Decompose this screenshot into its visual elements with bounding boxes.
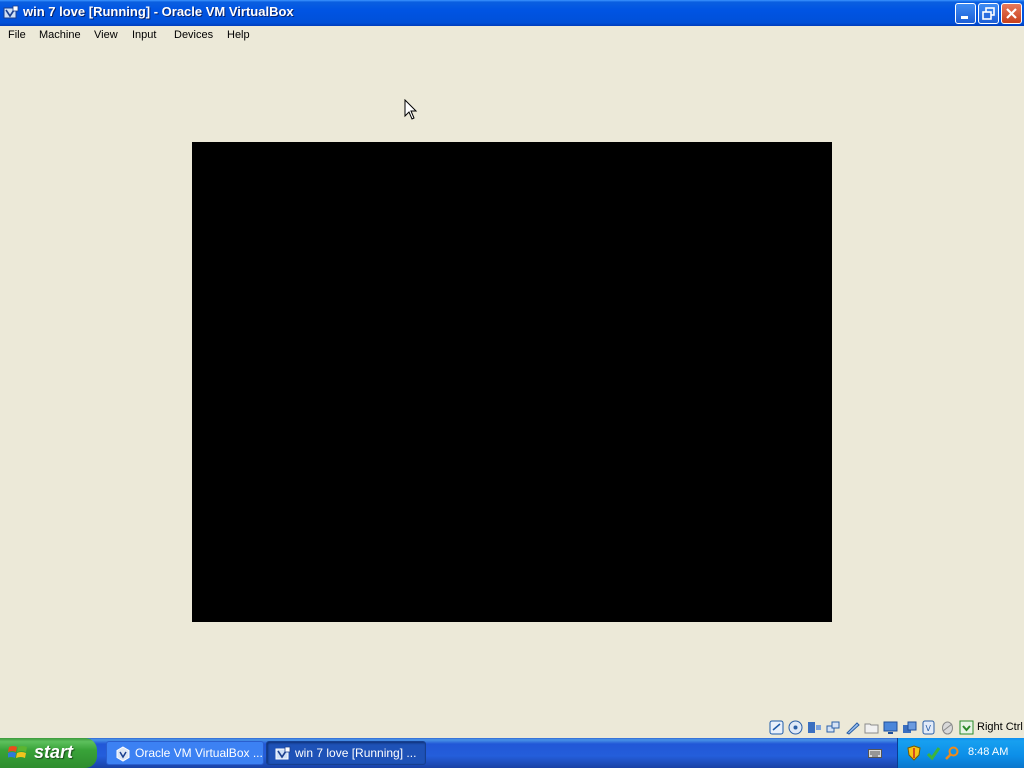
display-icon[interactable]: [883, 720, 898, 735]
clock[interactable]: 8:48 AM: [968, 746, 1008, 758]
close-button[interactable]: [1001, 3, 1022, 24]
start-button[interactable]: start: [0, 738, 97, 768]
restore-button[interactable]: [978, 3, 999, 24]
taskbar: start Oracle VM VirtualBox ... win 7 lov…: [0, 738, 1024, 768]
vm-screen[interactable]: [192, 142, 832, 622]
keyboard-icon[interactable]: [868, 749, 882, 758]
cpu-icon[interactable]: V: [921, 720, 936, 735]
menu-input[interactable]: Input: [132, 29, 156, 41]
window-title: win 7 love [Running] - Oracle VM Virtual…: [23, 4, 294, 19]
taskbar-button-virtualbox-manager[interactable]: Oracle VM VirtualBox ...: [106, 741, 264, 765]
mouse-integration-icon[interactable]: [940, 720, 955, 735]
taskbar-button-label: Oracle VM VirtualBox ...: [135, 746, 263, 760]
search-icon[interactable]: [944, 745, 960, 761]
menu-help[interactable]: Help: [227, 29, 250, 41]
svg-text:V: V: [926, 724, 932, 733]
restore-icon: [982, 7, 995, 20]
video-capture-icon[interactable]: [902, 720, 917, 735]
start-label: start: [34, 742, 74, 762]
close-icon: [1006, 8, 1017, 19]
usb-icon[interactable]: [845, 720, 860, 735]
menu-machine[interactable]: Machine: [39, 29, 81, 41]
taskbar-button-vm-window[interactable]: win 7 love [Running] ...: [266, 741, 426, 765]
shared-folders-icon[interactable]: [864, 720, 879, 735]
menu-devices[interactable]: Devices: [174, 29, 213, 41]
hard-disk-icon[interactable]: [769, 720, 784, 735]
minimize-icon: [961, 16, 968, 19]
menu-view[interactable]: View: [94, 29, 118, 41]
vm-status-bar: V Right Ctrl: [0, 718, 1024, 738]
minimize-button[interactable]: [955, 3, 976, 24]
menu-file[interactable]: File: [8, 29, 26, 41]
virtualbox-icon: [116, 746, 130, 762]
keyboard-capture-icon[interactable]: [959, 720, 974, 735]
network-icon[interactable]: [826, 720, 841, 735]
host-key-label[interactable]: Right Ctrl: [977, 721, 1023, 733]
optical-drive-icon[interactable]: [788, 720, 803, 735]
menu-bar: File Machine View Input Devices Help: [0, 26, 1024, 47]
virtualbox-icon: [3, 5, 19, 19]
virtualbox-vm-icon: [275, 746, 291, 760]
mouse-cursor-icon: [404, 99, 418, 120]
title-bar[interactable]: win 7 love [Running] - Oracle VM Virtual…: [0, 0, 1024, 26]
windows-flag-icon: [8, 746, 27, 758]
taskbar-button-label: win 7 love [Running] ...: [295, 746, 417, 760]
update-icon[interactable]: [925, 745, 941, 761]
audio-icon[interactable]: [807, 720, 822, 735]
security-shield-icon[interactable]: [906, 745, 922, 761]
